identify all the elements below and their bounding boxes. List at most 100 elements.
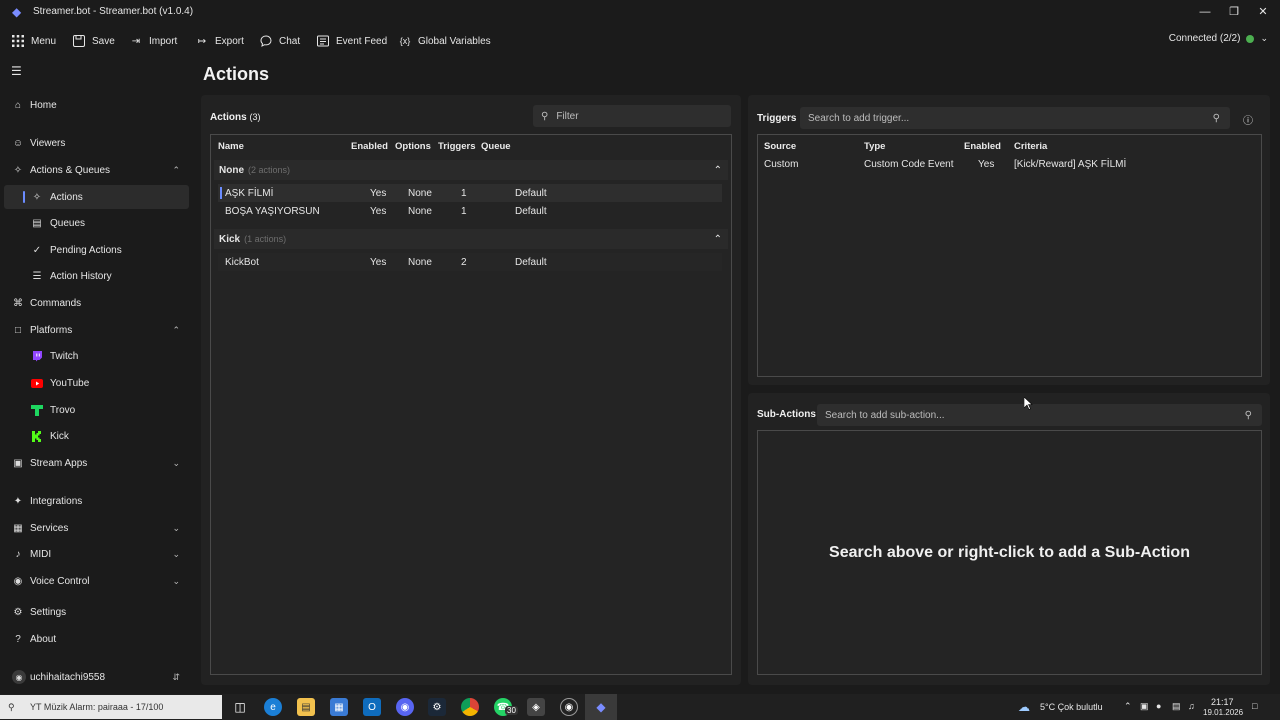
sidebar-item-stream-apps[interactable]: ▣ Stream Apps ⌄ — [0, 451, 190, 475]
filter-placeholder: Filter — [556, 110, 579, 122]
clock-date[interactable]: 19.01.2026 — [1203, 708, 1243, 717]
sidebar-item-trovo[interactable]: Trovo — [0, 398, 190, 422]
taskbar-search[interactable]: ⚲ YT Müzik Alarm: pairaaa - 17/100 — [0, 695, 222, 719]
table-row[interactable]: KickBot Yes None 2 Default — [218, 253, 722, 271]
import-button[interactable]: ⇥ Import — [129, 33, 178, 49]
trigger-search-input[interactable]: Search to add trigger... ⚲ — [800, 107, 1230, 129]
gear-icon: ⚙ — [13, 606, 23, 618]
event-feed-label: Event Feed — [336, 35, 388, 47]
maximize-button[interactable]: ❐ — [1226, 4, 1242, 20]
export-button[interactable]: ↦ Export — [195, 33, 244, 49]
sidebar-item-pending-actions[interactable]: ✓ Pending Actions — [0, 238, 190, 262]
save-label: Save — [92, 35, 115, 47]
store-icon[interactable]: ▦ — [330, 698, 348, 716]
close-button[interactable]: ✕ — [1255, 4, 1271, 20]
chevron-up-icon: ⌃ — [172, 324, 180, 335]
action-triggers: 1 — [461, 188, 467, 199]
sidebar-item-home[interactable]: ⌂ Home — [0, 93, 190, 117]
menu-button[interactable]: Menu — [11, 33, 56, 49]
chevron-up-icon: ⌃ — [713, 233, 722, 245]
outlook-icon[interactable]: O — [363, 698, 381, 716]
sidebar-item-actions[interactable]: ✧ Actions — [4, 185, 189, 209]
notification-icon[interactable]: □ — [1252, 701, 1257, 711]
chevron-down-icon: ⌄ — [172, 548, 180, 559]
sidebar-item-services[interactable]: ▦ Services ⌄ — [0, 516, 190, 540]
column-header-name[interactable]: Name — [218, 141, 244, 152]
sidebar-item-kick[interactable]: Kick — [0, 424, 190, 448]
sidebar-item-actions-queues[interactable]: ✧ Actions & Queues ⌃ — [0, 158, 190, 182]
column-header-type[interactable]: Type — [864, 141, 885, 152]
chat-label: Chat — [279, 35, 301, 47]
global-variables-button[interactable]: {x} Global Variables — [398, 33, 491, 49]
user-profile[interactable]: ◉ uchihaitachi9558 ⇵ — [0, 665, 190, 689]
column-header-options[interactable]: Options — [395, 141, 431, 152]
edge-browser-icon[interactable]: e — [264, 698, 282, 716]
minimize-button[interactable]: — — [1197, 4, 1213, 20]
sidebar-item-integrations[interactable]: ✦ Integrations — [0, 489, 190, 513]
sidebar-item-queues[interactable]: ▤ Queues — [0, 211, 190, 235]
file-explorer-icon[interactable]: ▤ — [297, 698, 315, 716]
sidebar-item-voice-control[interactable]: ◉ Voice Control ⌄ — [0, 569, 190, 593]
search-icon: ⚲ — [8, 701, 15, 712]
action-options: None — [408, 188, 432, 199]
network-icon[interactable]: ▤ — [1172, 701, 1181, 712]
sidebar-item-label: Stream Apps — [30, 457, 88, 469]
sidebar-item-midi[interactable]: ♪ MIDI ⌄ — [0, 542, 190, 566]
column-header-queue[interactable]: Queue — [481, 141, 511, 152]
filter-input[interactable]: ⚲ Filter — [533, 105, 731, 127]
discord-icon[interactable]: ◉ — [396, 698, 414, 716]
obs-icon[interactable]: ◉ — [560, 698, 578, 716]
window-title: Streamer.bot - Streamer.bot (v1.0.4) — [33, 6, 194, 17]
tray-app-icon[interactable]: ▣ — [1140, 701, 1149, 712]
column-header-criteria[interactable]: Criteria — [1014, 141, 1047, 152]
export-label: Export — [215, 35, 244, 47]
hamburger-menu-icon[interactable]: ☰ — [11, 64, 22, 78]
column-header-enabled[interactable]: Enabled — [351, 141, 388, 152]
chrome-icon[interactable] — [461, 698, 479, 716]
table-row[interactable]: BOŞA YAŞIYORSUN Yes None 1 Default — [218, 202, 722, 220]
sidebar-item-youtube[interactable]: YouTube — [0, 371, 190, 395]
subactions-list[interactable]: Search above or right-click to add a Sub… — [757, 430, 1262, 675]
clock-time[interactable]: 21:17 — [1211, 697, 1234, 707]
connection-status[interactable]: Connected (2/2) ⌄ — [1169, 33, 1268, 44]
info-icon[interactable]: ⓘ — [1243, 112, 1253, 127]
sidebar-item-viewers[interactable]: ☺ Viewers — [0, 131, 190, 155]
task-view-icon[interactable]: ◫ — [231, 698, 249, 716]
streamerbot-taskbar-icon[interactable]: ◆ — [592, 698, 610, 716]
column-header-enabled[interactable]: Enabled — [964, 141, 1001, 152]
lightning-icon: ✧ — [13, 164, 23, 176]
group-count: (1 actions) — [244, 234, 287, 244]
chat-button[interactable]: Chat — [259, 33, 300, 49]
app-icon[interactable]: ◈ — [527, 698, 545, 716]
chevron-up-icon: ⌃ — [713, 164, 722, 176]
question-icon: ? — [15, 633, 21, 645]
taskbar-search-text: YT Müzik Alarm: pairaaa - 17/100 — [30, 702, 164, 712]
monitor-icon: ▣ — [13, 457, 23, 469]
column-header-source[interactable]: Source — [764, 141, 796, 152]
sidebar-item-action-history[interactable]: ☰ Action History — [0, 264, 190, 288]
sidebar-item-settings[interactable]: ⚙ Settings — [0, 600, 190, 624]
table-row[interactable]: Custom Custom Code Event Yes [Kick/Rewar… — [758, 155, 1261, 173]
sidebar-item-label: Voice Control — [30, 575, 90, 587]
weather-text[interactable]: 5°C Çok bulutlu — [1040, 702, 1103, 712]
column-header-triggers[interactable]: Triggers — [438, 141, 476, 152]
sidebar-item-commands[interactable]: ⌘ Commands — [0, 291, 190, 315]
command-icon: ⌘ — [13, 297, 23, 309]
save-button[interactable]: Save — [72, 33, 115, 49]
sidebar-item-label: Trovo — [50, 404, 76, 416]
lightning-icon: ✧ — [32, 191, 42, 203]
event-feed-button[interactable]: Event Feed — [316, 33, 387, 49]
table-row[interactable]: AŞK FİLMİ Yes None 1 Default — [218, 184, 722, 202]
group-header-none[interactable]: None (2 actions) ⌃ — [214, 160, 728, 180]
subaction-search-input[interactable]: Search to add sub-action... ⚲ — [817, 404, 1262, 426]
sidebar-item-twitch[interactable]: Twitch — [0, 344, 190, 368]
steam-icon[interactable]: ⚙ — [428, 698, 446, 716]
chevron-up-icon[interactable]: ⌃ — [1124, 701, 1132, 712]
sidebar-item-label: Settings — [30, 606, 67, 618]
microphone-icon[interactable]: ● — [1156, 701, 1161, 711]
connection-label: Connected (2/2) — [1168, 33, 1241, 44]
sidebar-item-about[interactable]: ? About — [0, 627, 190, 651]
sidebar-item-platforms[interactable]: □ Platforms ⌃ — [0, 318, 190, 342]
group-header-kick[interactable]: Kick (1 actions) ⌃ — [214, 229, 728, 249]
volume-icon[interactable]: ♫ — [1188, 701, 1195, 711]
